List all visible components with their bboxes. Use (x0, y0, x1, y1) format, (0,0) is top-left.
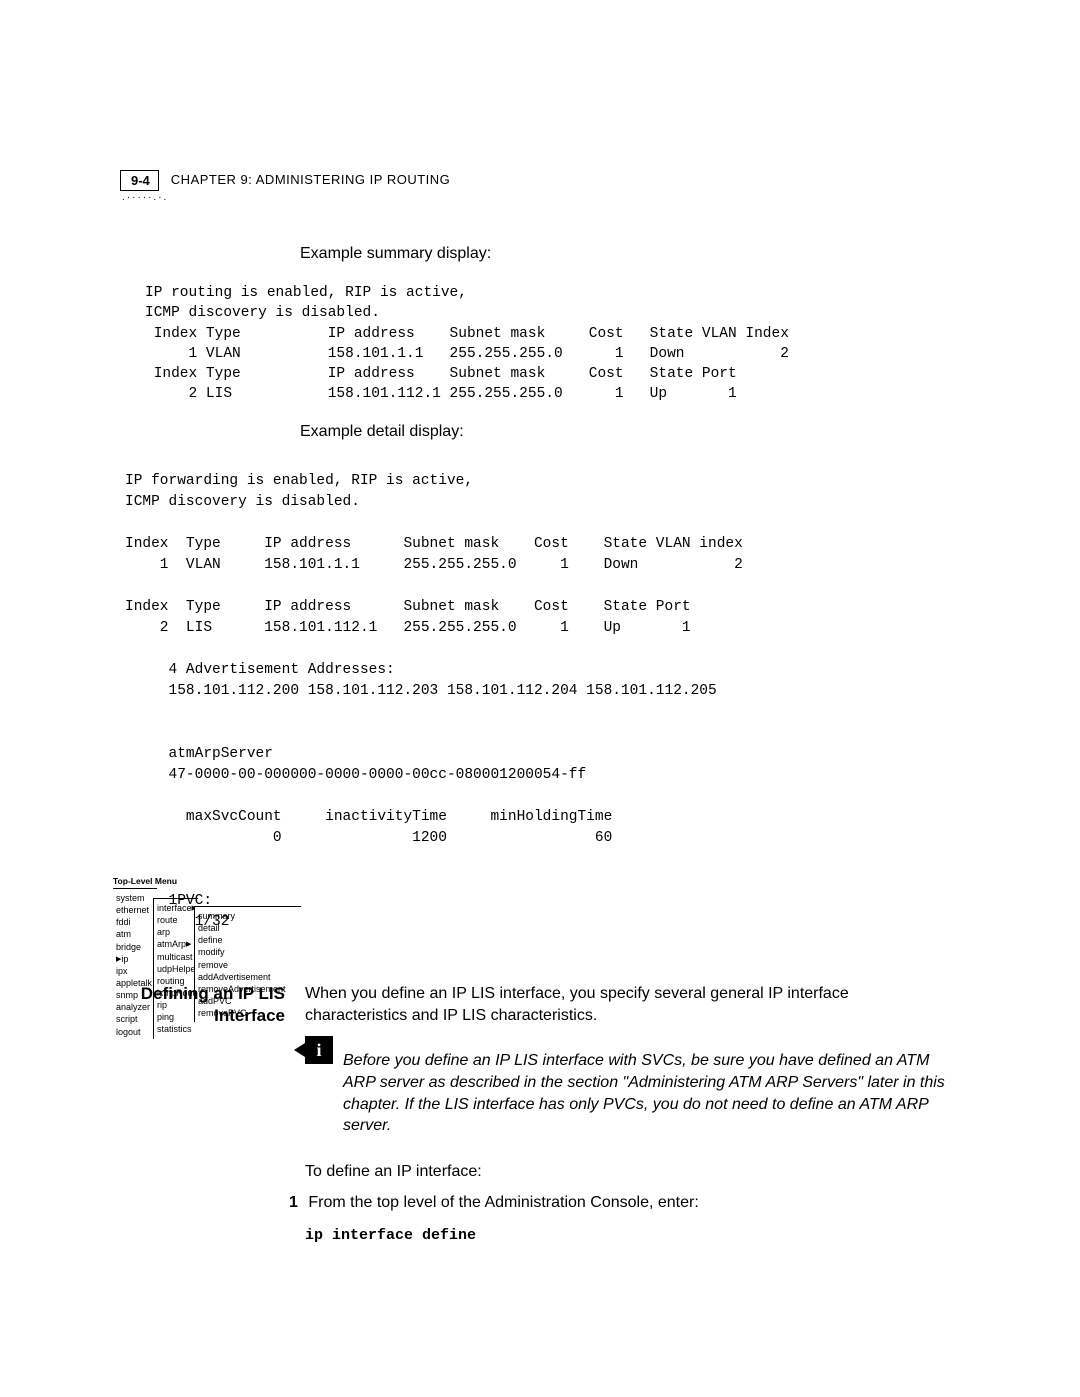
chapter-title: CHAPTER 9: ADMINISTERING IP ROUTING (171, 170, 450, 187)
menu-item: logout (116, 1026, 154, 1038)
step-text: From the top level of the Administration… (308, 1194, 698, 1211)
menu-item: icmpRouter (157, 987, 195, 999)
step-command: ip interface define (305, 1227, 476, 1244)
page-number-text: 9-4 (131, 173, 150, 188)
page-number: 9-4 (120, 170, 159, 191)
menu-item: arp (157, 926, 195, 938)
menu-item: addAdvertisement (198, 971, 298, 983)
menu-item: ping (157, 1011, 195, 1023)
menu-item: appletalk (116, 977, 154, 989)
menu-item: udpHelper (157, 963, 195, 975)
menu-item: bridge (116, 941, 154, 953)
menu-item: addPVC (198, 995, 298, 1007)
note-paragraph: Before you define an IP LIS interface wi… (343, 1050, 950, 1136)
section-intro-paragraph: When you define an IP LIS interface, you… (305, 983, 950, 1026)
chapter-title-text: CHAPTER 9: ADMINISTERING IP ROUTING (171, 172, 450, 187)
detail-caption: Example detail display: (300, 423, 940, 441)
menu-item: route (157, 914, 195, 926)
step-number: 1 (289, 1194, 298, 1211)
summary-caption: Example summary display: (300, 245, 940, 263)
info-icon: i (305, 1036, 333, 1064)
triangle-icon: ▶ (186, 941, 191, 948)
menu-item: define (198, 934, 298, 946)
menu-col-1: system ethernet fddi atm bridge ▶ip ipx … (113, 888, 157, 1041)
menu-item: atmArp▶ (157, 938, 195, 950)
menu-item: interface▶ (157, 902, 195, 914)
menu-item: modify (198, 946, 298, 958)
menu-item: detail (198, 922, 298, 934)
menu-item: snmp (116, 989, 154, 1001)
menu-item: remove (198, 959, 298, 971)
menu-item: ▶ip (116, 953, 154, 965)
detail-display: IP forwarding is enabled, RIP is active,… (125, 471, 940, 933)
menu-item: ipx (116, 965, 154, 977)
define-intro: To define an IP interface: (305, 1161, 950, 1183)
section-para1: When you define an IP LIS interface, you… (305, 983, 950, 1026)
top-level-menu-diagram: Top-Level Menu system ethernet fddi atm … (113, 876, 297, 1041)
menu-item: removeAdvertisement (198, 983, 298, 995)
menu-item: multicast (157, 951, 195, 963)
menu-item: script (116, 1013, 154, 1025)
menu-item: analyzer (116, 1001, 154, 1013)
menu-title: Top-Level Menu (113, 876, 297, 886)
summary-display: IP routing is enabled, RIP is active, IC… (145, 283, 940, 405)
menu-item: statistics (157, 1023, 195, 1035)
menu-item: removePVC (198, 1007, 298, 1019)
menu-col-2: interface▶ route arp atmArp▶ multicast u… (153, 898, 198, 1039)
menu-item: rip (157, 999, 195, 1011)
header-dots-icon: .·····.·. (122, 192, 168, 203)
page-header: 9-4 CHAPTER 9: ADMINISTERING IP ROUTING (120, 170, 450, 191)
menu-item: routing (157, 975, 195, 987)
menu-item: atm (116, 928, 154, 940)
menu-item: system (116, 892, 154, 904)
menu-item: fddi (116, 916, 154, 928)
menu-item: ethernet (116, 904, 154, 916)
step-1: 1 From the top level of the Administrati… (305, 1192, 950, 1214)
menu-item: summary (198, 910, 298, 922)
menu-col-3: summary detail define modify remove addA… (194, 906, 301, 1022)
